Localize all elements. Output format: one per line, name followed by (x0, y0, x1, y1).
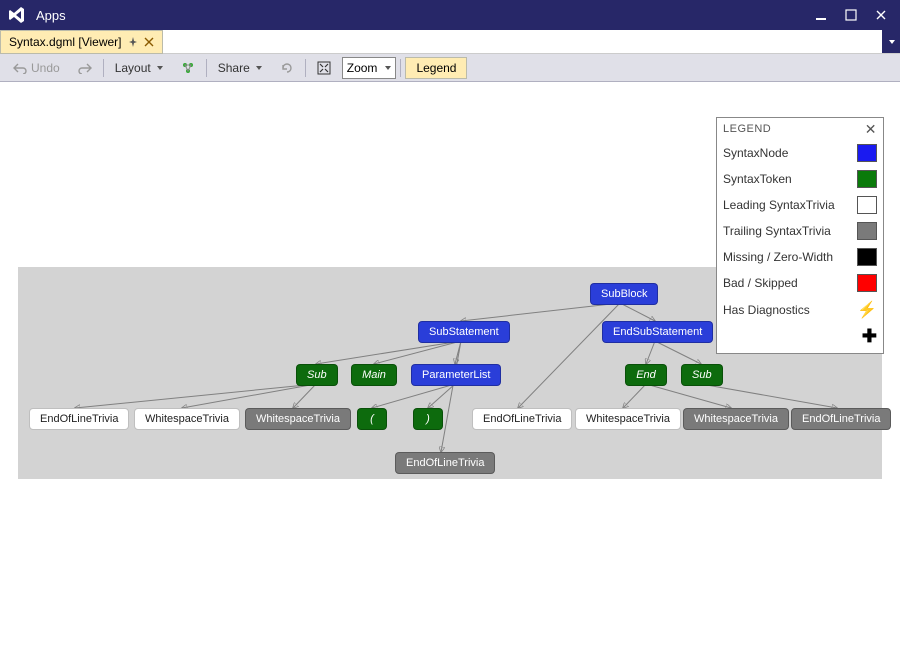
legend-swatch (857, 248, 877, 266)
legend-swatch (857, 274, 877, 292)
legend-swatch (857, 196, 877, 214)
legend-item-label: Leading SyntaxTrivia (723, 198, 835, 212)
legend-swatch (857, 144, 877, 162)
graph-node-eol3[interactable]: EndOfLineTrivia (791, 408, 891, 430)
graph-node-ws1[interactable]: WhitespaceTrivia (134, 408, 240, 430)
tab-close-icon[interactable] (144, 37, 154, 47)
legend-item-label: Trailing SyntaxTrivia (723, 224, 831, 238)
refresh-button[interactable] (273, 57, 301, 79)
legend-item[interactable]: Trailing SyntaxTrivia (717, 218, 883, 244)
maximize-button[interactable] (836, 0, 866, 30)
layout-dropdown[interactable]: Layout (108, 57, 170, 79)
fit-to-screen-button[interactable] (310, 57, 338, 79)
legend-item[interactable]: Leading SyntaxTrivia (717, 192, 883, 218)
redo-button[interactable] (71, 57, 99, 79)
undo-icon (13, 62, 27, 74)
minimize-button[interactable] (806, 0, 836, 30)
graph-canvas[interactable]: SubBlock SubStatement EndSubStatement Sub Ma… (0, 82, 900, 666)
legend-item[interactable]: SyntaxNode (717, 140, 883, 166)
graph-node-paramlist[interactable]: ParameterList (411, 364, 501, 386)
legend-item[interactable]: SyntaxToken (717, 166, 883, 192)
refresh-icon (280, 62, 294, 74)
legend-item-label: Bad / Skipped (723, 276, 798, 290)
pin-icon[interactable] (128, 37, 138, 47)
graph-node-lparen[interactable]: ( (357, 408, 387, 430)
graph-node-subblock[interactable]: SubBlock (590, 283, 658, 305)
graph-node-ws4[interactable]: WhitespaceTrivia (683, 408, 789, 430)
share-dropdown[interactable]: Share (211, 57, 269, 79)
legend-diagnostics-label: Has Diagnostics (723, 303, 810, 317)
redo-icon (78, 62, 92, 74)
legend-panel[interactable]: LEGEND ✕ SyntaxNode SyntaxToken Leading Sy… (716, 117, 884, 354)
graph-node-substmt[interactable]: SubStatement (418, 321, 510, 343)
document-tabstrip: Syntax.dgml [Viewer] (0, 30, 900, 54)
graph-node-ws3[interactable]: WhitespaceTrivia (575, 408, 681, 430)
titlebar: Apps (0, 0, 900, 30)
lightning-icon: ⚡ (857, 300, 877, 320)
graph-toolbar: Undo Layout Share Zoom Legend (0, 54, 900, 82)
graph-node-ws2[interactable]: WhitespaceTrivia (245, 408, 351, 430)
legend-toggle-button[interactable]: Legend (405, 57, 467, 79)
legend-swatch (857, 222, 877, 240)
graph-node-sub1[interactable]: Sub (296, 364, 338, 386)
graph-node-eol1[interactable]: EndOfLineTrivia (29, 408, 129, 430)
fit-icon (317, 61, 331, 75)
undo-button[interactable]: Undo (6, 57, 67, 79)
graph-node-main[interactable]: Main (351, 364, 397, 386)
legend-add-button[interactable]: ✚ (717, 324, 883, 353)
graph-node-eol4[interactable]: EndOfLineTrivia (395, 452, 495, 474)
legend-item-label: SyntaxToken (723, 172, 792, 186)
legend-close-icon[interactable]: ✕ (865, 122, 877, 136)
legend-item[interactable]: Missing / Zero-Width (717, 244, 883, 270)
legend-title: LEGEND (723, 123, 771, 135)
graph-node-rparen[interactable]: ) (413, 408, 443, 430)
graph-node-endsubstmt[interactable]: EndSubStatement (602, 321, 713, 343)
legend-item[interactable]: Bad / Skipped (717, 270, 883, 296)
quick-cluster-button[interactable] (174, 57, 202, 79)
legend-swatch (857, 170, 877, 188)
document-tab[interactable]: Syntax.dgml [Viewer] (0, 30, 163, 54)
zoom-dropdown[interactable]: Zoom (342, 57, 397, 79)
legend-item-label: Missing / Zero-Width (723, 250, 833, 264)
graph-node-sub2[interactable]: Sub (681, 364, 723, 386)
app-title: Apps (36, 8, 66, 23)
close-button[interactable] (866, 0, 896, 30)
document-tab-label: Syntax.dgml [Viewer] (9, 35, 122, 49)
tabstrip-active-files-dropdown[interactable] (882, 30, 900, 53)
graph-node-eol2[interactable]: EndOfLineTrivia (472, 408, 572, 430)
legend-item-label: SyntaxNode (723, 146, 788, 160)
graph-node-end[interactable]: End (625, 364, 667, 386)
vs-logo-icon (8, 6, 26, 24)
cluster-icon (181, 61, 195, 75)
